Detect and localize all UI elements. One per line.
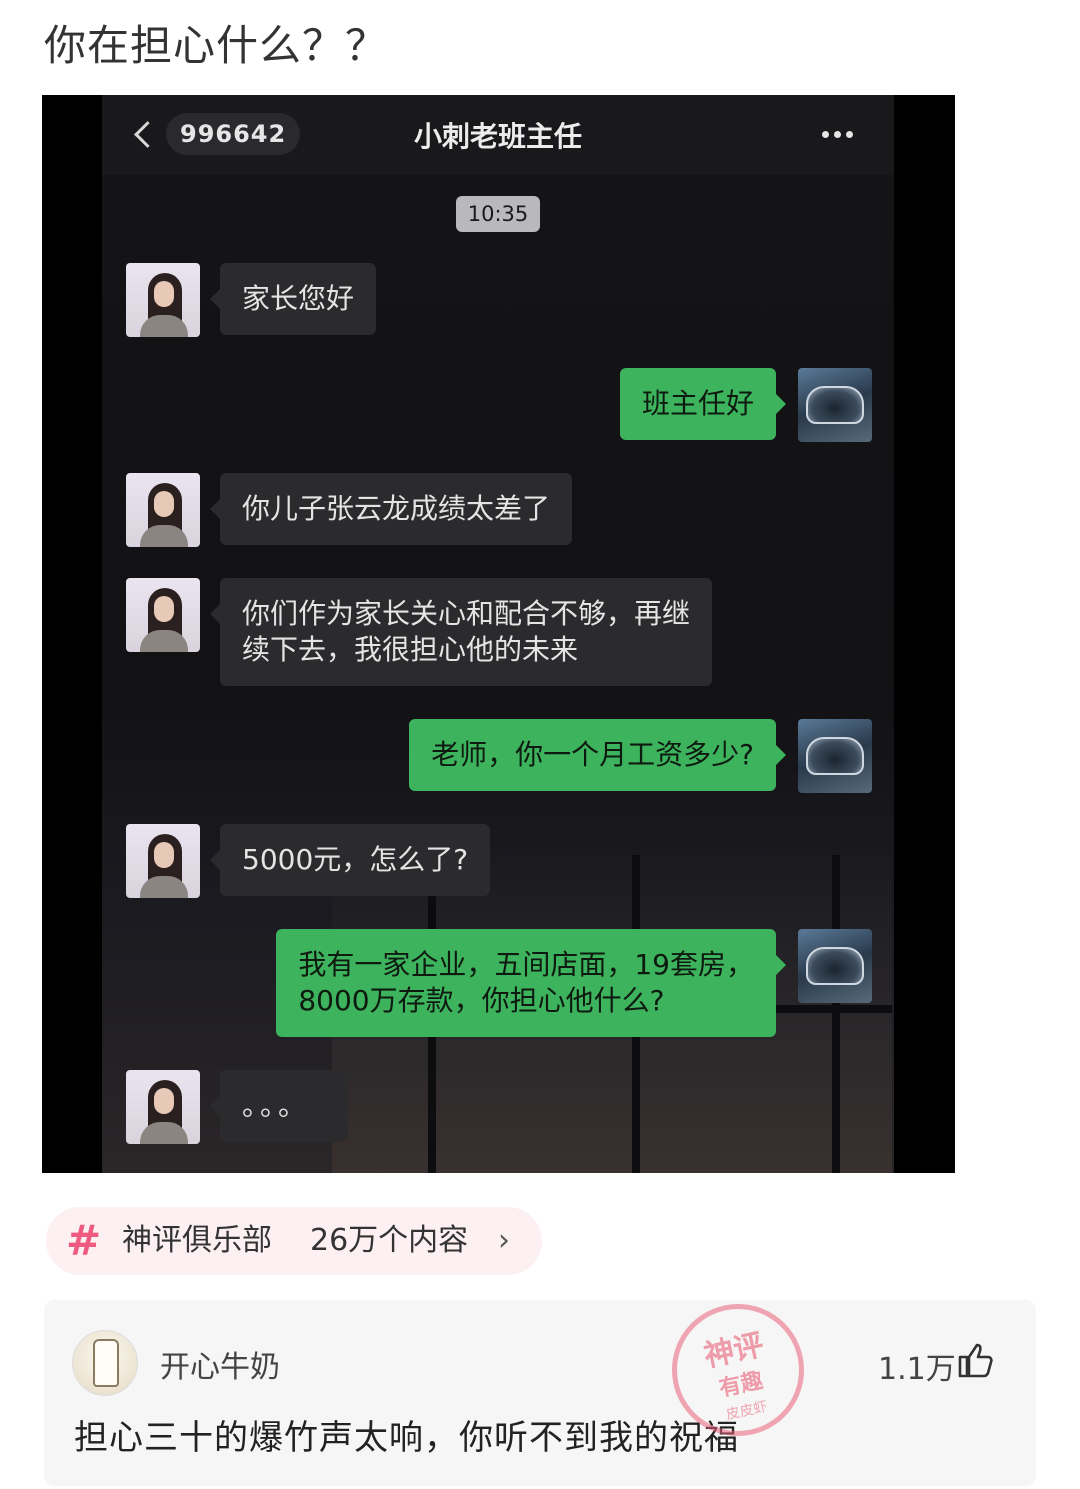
message-bubble-outgoing: 老师，你一个月工资多少? bbox=[409, 719, 786, 791]
teacher-avatar[interactable] bbox=[126, 263, 200, 337]
parent-avatar[interactable] bbox=[798, 368, 872, 442]
more-icon[interactable] bbox=[822, 123, 862, 143]
message-bubble-incoming: 你们作为家长关心和配合不够，再继 续下去，我很担心他的未来 bbox=[209, 578, 713, 686]
chat-header: 996642 小刺老班主任 bbox=[102, 95, 894, 175]
parent-avatar[interactable] bbox=[798, 929, 872, 1003]
like-count: 1.1万 bbox=[878, 1352, 956, 1387]
comment-text: 担心三十的爆竹声太响，你听不到我的祝福 bbox=[74, 1418, 739, 1458]
message-bubble-outgoing: 我有一家企业，五间店面，19套房， 8000万存款，你担心他什么? bbox=[276, 929, 786, 1037]
message-line: 我有一家企业，五间店面，19套房， bbox=[298, 948, 754, 981]
message-bubble-incoming: 你儿子张云龙成绩太差了 bbox=[209, 473, 573, 545]
message-bubble-incoming: 家长您好 bbox=[209, 263, 377, 335]
chat-screenshot: 996642 小刺老班主任 10:35 家长您好 班主任好 你儿子张云龙成绩太差… bbox=[42, 95, 955, 1173]
teacher-avatar[interactable] bbox=[126, 473, 200, 547]
thumbs-up-icon[interactable] bbox=[956, 1340, 996, 1380]
message-line: 续下去，我很担心他的未来 bbox=[242, 633, 579, 666]
commenter-name[interactable]: 开心牛奶 bbox=[160, 1342, 280, 1386]
topic-count: 26万个内容 bbox=[310, 1223, 469, 1258]
teacher-avatar[interactable] bbox=[126, 1070, 200, 1144]
topic-tag[interactable]: # 神评俱乐部 26万个内容 › bbox=[46, 1207, 542, 1275]
timestamp: 10:35 bbox=[456, 196, 540, 232]
teacher-avatar[interactable] bbox=[126, 578, 200, 652]
message-line: 8000万存款，你担心他什么? bbox=[298, 984, 665, 1017]
chat-title: 小刺老班主任 bbox=[413, 120, 582, 153]
hashtag-icon: # bbox=[66, 1216, 102, 1265]
post-title: 你在担心什么？？ bbox=[44, 21, 389, 70]
parent-avatar[interactable] bbox=[798, 719, 872, 793]
message-bubble-outgoing: 班主任好 bbox=[619, 368, 787, 440]
message-line: 你们作为家长关心和配合不够，再继 bbox=[242, 597, 691, 630]
chevron-right-icon: › bbox=[498, 1223, 510, 1258]
message-bubble-incoming: 。。。 bbox=[210, 1070, 348, 1142]
message-bubble-incoming: 5000元，怎么了? bbox=[209, 824, 491, 896]
commenter-avatar[interactable] bbox=[72, 1330, 138, 1396]
teacher-avatar[interactable] bbox=[126, 824, 200, 898]
top-comment[interactable]: 开心牛奶 1.1万 担心三十的爆竹声太响，你听不到我的祝福 bbox=[44, 1300, 1036, 1486]
chat-window: 996642 小刺老班主任 10:35 家长您好 班主任好 你儿子张云龙成绩太差… bbox=[102, 95, 894, 1173]
topic-name: 神评俱乐部 bbox=[122, 1223, 272, 1258]
